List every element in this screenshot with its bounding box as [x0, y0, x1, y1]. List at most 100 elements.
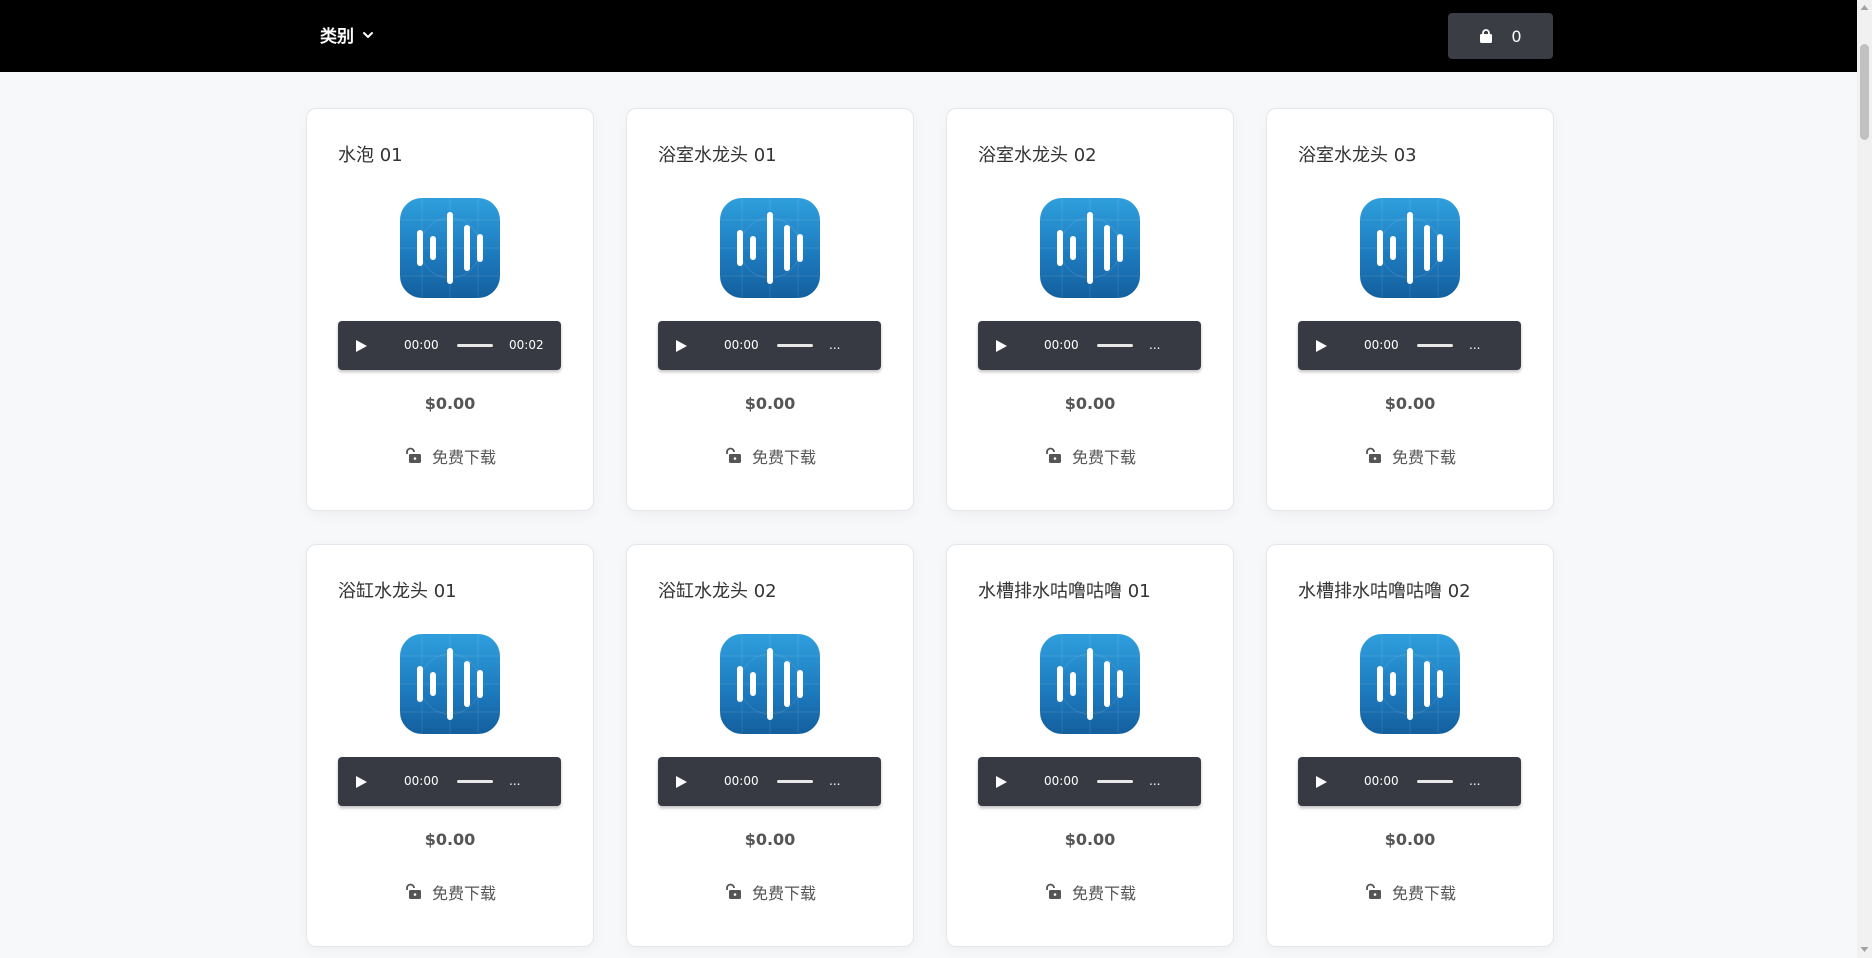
unlock-icon: [1046, 447, 1061, 463]
seek-bar[interactable]: [457, 780, 493, 783]
unlock-icon: [1366, 883, 1381, 899]
download-label: 免费下载: [1071, 448, 1136, 467]
current-time: 00:00: [1044, 774, 1079, 788]
audio-player: 00:00 ...: [1298, 321, 1521, 370]
unlock-icon: [1366, 447, 1381, 463]
sound-wave-icon[interactable]: [1040, 198, 1140, 298]
product-title[interactable]: 浴缸水龙头 02: [658, 577, 777, 603]
seek-bar[interactable]: [1417, 780, 1453, 783]
play-icon[interactable]: [674, 775, 688, 789]
duration-time: ...: [509, 774, 521, 788]
vertical-scrollbar[interactable]: [1857, 0, 1872, 958]
unlock-icon: [726, 447, 741, 463]
play-icon[interactable]: [674, 339, 688, 353]
seek-bar[interactable]: [1097, 780, 1133, 783]
product-card: 浴缸水龙头 01 00:00 ... $0.00 免费下载: [306, 544, 594, 947]
product-price: $0.00: [424, 394, 476, 413]
play-icon[interactable]: [994, 339, 1008, 353]
download-label: 免费下载: [751, 448, 816, 467]
seek-bar[interactable]: [777, 344, 813, 347]
chevron-down-icon: [363, 31, 373, 38]
play-icon[interactable]: [354, 339, 368, 353]
free-download-link[interactable]: 免费下载: [1267, 880, 1553, 904]
cart-count: 0: [1511, 26, 1522, 46]
download-label: 免费下载: [1391, 884, 1456, 903]
duration-time: ...: [1149, 774, 1161, 788]
download-label: 免费下载: [1071, 884, 1136, 903]
audio-player: 00:00 ...: [1298, 757, 1521, 806]
audio-player: 00:00 ...: [978, 321, 1201, 370]
product-card: 水槽排水咕噜咕噜 01 00:00 ... $0.00 免费下载: [946, 544, 1234, 947]
current-time: 00:00: [404, 774, 439, 788]
free-download-link[interactable]: 免费下载: [307, 880, 593, 904]
duration-time: ...: [829, 338, 841, 352]
current-time: 00:00: [1364, 338, 1399, 352]
product-card: 浴室水龙头 01 00:00 ... $0.00 免费下载: [626, 108, 914, 511]
unlock-icon: [726, 883, 741, 899]
seek-bar[interactable]: [1097, 344, 1133, 347]
product-title[interactable]: 浴室水龙头 01: [658, 141, 777, 167]
product-price: $0.00: [1064, 830, 1116, 849]
download-label: 免费下载: [751, 884, 816, 903]
sound-wave-icon[interactable]: [1360, 634, 1460, 734]
play-icon[interactable]: [354, 775, 368, 789]
sound-wave-icon[interactable]: [720, 634, 820, 734]
product-price: $0.00: [744, 394, 796, 413]
product-card: 水泡 01 00:00 00:02 $0.00 免费下载: [306, 108, 594, 511]
seek-bar[interactable]: [1417, 344, 1453, 347]
product-card: 浴室水龙头 02 00:00 ... $0.00 免费下载: [946, 108, 1234, 511]
product-card: 浴缸水龙头 02 00:00 ... $0.00 免费下载: [626, 544, 914, 947]
scroll-up-arrow-icon[interactable]: [1860, 4, 1869, 11]
product-price: $0.00: [1384, 394, 1436, 413]
category-label: 类别: [320, 27, 354, 47]
scroll-down-arrow-icon[interactable]: [1860, 946, 1869, 953]
product-price: $0.00: [744, 830, 796, 849]
seek-bar[interactable]: [457, 344, 493, 347]
audio-player: 00:00 ...: [338, 757, 561, 806]
duration-time: ...: [1149, 338, 1161, 352]
product-title[interactable]: 浴室水龙头 03: [1298, 141, 1417, 167]
download-label: 免费下载: [431, 448, 496, 467]
audio-player: 00:00 ...: [978, 757, 1201, 806]
sound-wave-icon[interactable]: [720, 198, 820, 298]
product-grid: 水泡 01 00:00 00:02 $0.00 免费下载 浴室水龙头 01 00…: [306, 108, 1554, 947]
product-title[interactable]: 水槽排水咕噜咕噜 01: [978, 577, 1151, 603]
product-title[interactable]: 浴室水龙头 02: [978, 141, 1097, 167]
seek-bar[interactable]: [777, 780, 813, 783]
free-download-link[interactable]: 免费下载: [307, 444, 593, 468]
sound-wave-icon[interactable]: [1040, 634, 1140, 734]
product-price: $0.00: [1384, 830, 1436, 849]
sound-wave-icon[interactable]: [400, 198, 500, 298]
free-download-link[interactable]: 免费下载: [947, 444, 1233, 468]
product-price: $0.00: [424, 830, 476, 849]
product-title[interactable]: 水槽排水咕噜咕噜 02: [1298, 577, 1471, 603]
product-card: 水槽排水咕噜咕噜 02 00:00 ... $0.00 免费下载: [1266, 544, 1554, 947]
duration-time: ...: [1469, 774, 1481, 788]
duration-time: 00:02: [509, 338, 544, 352]
scrollbar-thumb[interactable]: [1860, 44, 1869, 140]
product-title[interactable]: 水泡 01: [338, 141, 403, 167]
free-download-link[interactable]: 免费下载: [627, 444, 913, 468]
play-icon[interactable]: [994, 775, 1008, 789]
duration-time: ...: [829, 774, 841, 788]
free-download-link[interactable]: 免费下载: [1267, 444, 1553, 468]
current-time: 00:00: [1364, 774, 1399, 788]
product-card: 浴室水龙头 03 00:00 ... $0.00 免费下载: [1266, 108, 1554, 511]
audio-player: 00:00 ...: [658, 321, 881, 370]
current-time: 00:00: [724, 338, 759, 352]
sound-wave-icon[interactable]: [400, 634, 500, 734]
play-icon[interactable]: [1314, 339, 1328, 353]
download-label: 免费下载: [431, 884, 496, 903]
audio-player: 00:00 00:02: [338, 321, 561, 370]
cart-button[interactable]: 0: [1448, 13, 1553, 59]
sound-wave-icon[interactable]: [1360, 198, 1460, 298]
play-icon[interactable]: [1314, 775, 1328, 789]
shopping-bag-icon: [1480, 28, 1493, 43]
duration-time: ...: [1469, 338, 1481, 352]
category-dropdown[interactable]: 类别: [320, 22, 374, 47]
product-title[interactable]: 浴缸水龙头 01: [338, 577, 457, 603]
free-download-link[interactable]: 免费下载: [947, 880, 1233, 904]
unlock-icon: [406, 883, 421, 899]
free-download-link[interactable]: 免费下载: [627, 880, 913, 904]
audio-player: 00:00 ...: [658, 757, 881, 806]
